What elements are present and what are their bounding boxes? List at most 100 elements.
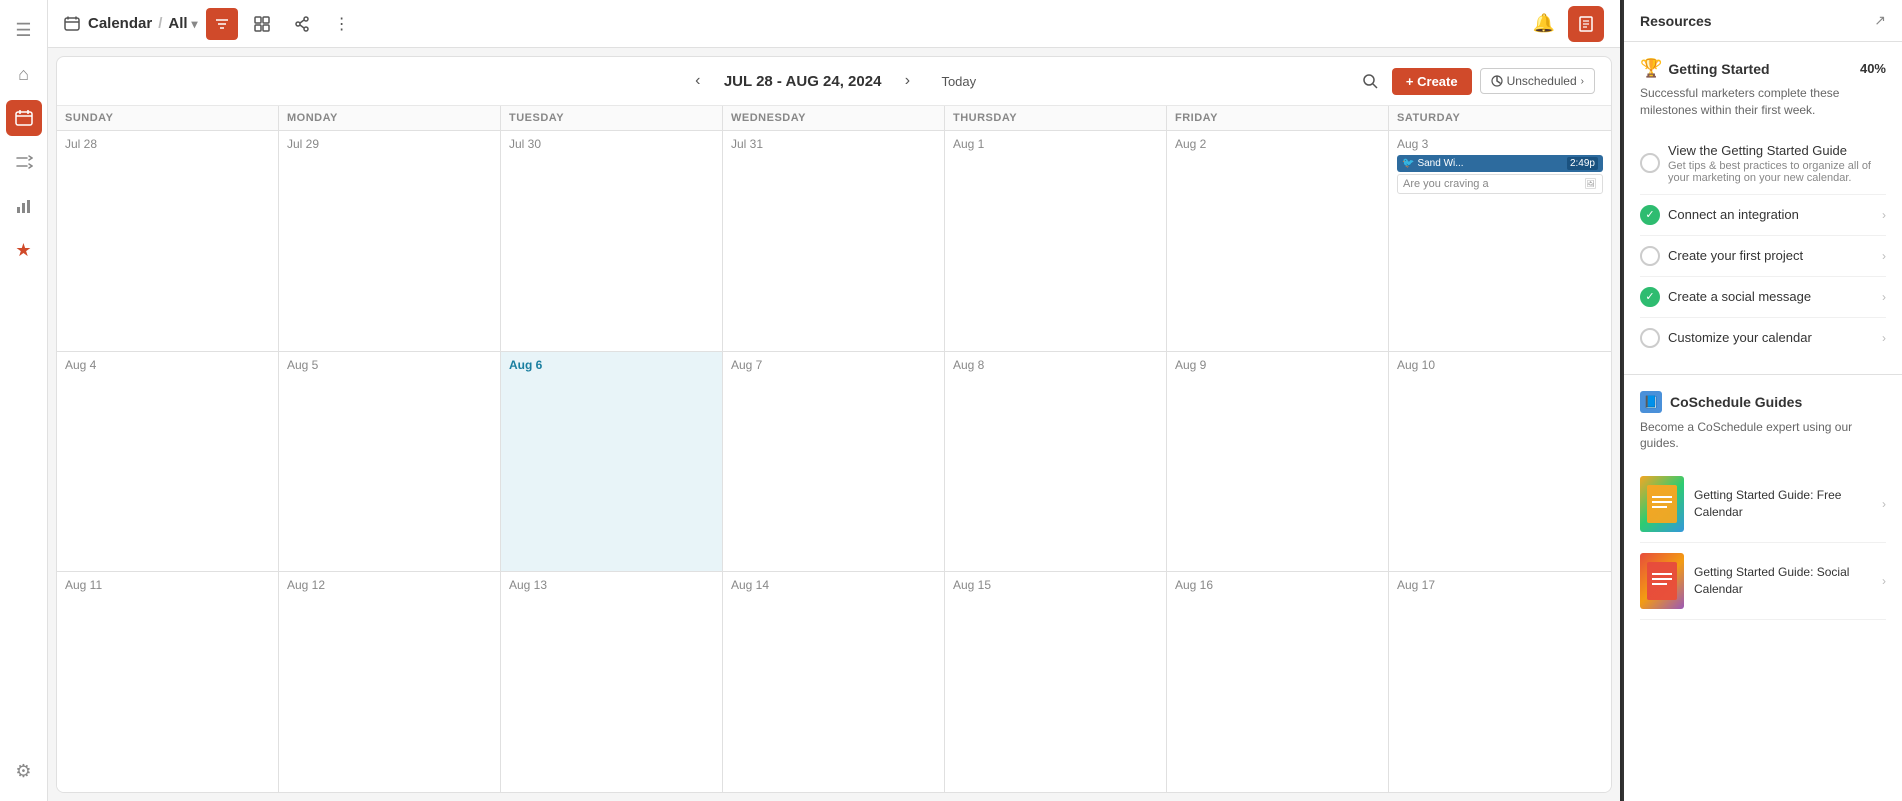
day-header-thursday: THURSDAY (945, 106, 1167, 130)
breadcrumb: Calendar / All ▾ (64, 15, 198, 32)
day-cell-aug2[interactable]: Aug 2 (1167, 131, 1389, 351)
day-cell-aug11[interactable]: Aug 11 (57, 572, 279, 792)
day-header-saturday: SATURDAY (1389, 106, 1611, 130)
share-icon[interactable] (286, 8, 318, 40)
guides-title: CoSchedule Guides (1670, 394, 1802, 410)
milestone-chevron-social: › (1882, 290, 1886, 304)
gs-percent: 40% (1860, 61, 1886, 76)
week-row-2: Aug 4 Aug 5 Aug 6 Aug 7 Aug 8 Aug 9 Aug … (57, 352, 1611, 573)
external-link-icon[interactable]: ↗ (1874, 12, 1886, 29)
notification-bell-icon[interactable]: 🔔 (1528, 8, 1560, 40)
day-cell-aug17[interactable]: Aug 17 (1389, 572, 1611, 792)
day-cell-jul29[interactable]: Jul 29 (279, 131, 501, 351)
image-icon: 🖼 (1584, 179, 1597, 190)
prev-arrow[interactable]: ‹ (684, 67, 712, 95)
home-icon[interactable]: ⌂ (6, 56, 42, 92)
gs-title-row: 🏆 Getting Started (1640, 58, 1770, 79)
guide-book-icon: 📘 (1640, 391, 1662, 413)
grid-view-icon[interactable] (246, 8, 278, 40)
day-header-sunday: SUNDAY (57, 106, 279, 130)
calendar-nav: ‹ JUL 28 - AUG 24, 2024 › Today + Create (57, 57, 1611, 106)
milestone-circle-social: ✓ (1640, 287, 1660, 307)
guide-label-free: Getting Started Guide: Free Calendar (1694, 487, 1872, 521)
milestone-chevron-customize: › (1882, 331, 1886, 345)
guide-item-free-calendar[interactable]: Getting Started Guide: Free Calendar › (1640, 466, 1886, 543)
day-cell-jul31[interactable]: Jul 31 (723, 131, 945, 351)
milestone-label-project: Create your first project (1668, 248, 1803, 263)
today-button[interactable]: Today (933, 70, 984, 93)
day-cell-aug10[interactable]: Aug 10 (1389, 352, 1611, 572)
day-cell-aug14[interactable]: Aug 14 (723, 572, 945, 792)
gs-title: Getting Started (1668, 61, 1769, 77)
guide-chevron-social: › (1882, 574, 1886, 588)
milestone-customize-calendar[interactable]: Customize your calendar › (1640, 318, 1886, 358)
event-label: Sand Wi... (1417, 158, 1463, 169)
day-headers: SUNDAY MONDAY TUESDAY WEDNESDAY THURSDAY… (57, 106, 1611, 131)
milestone-chevron-project: › (1882, 249, 1886, 263)
day-cell-aug16[interactable]: Aug 16 (1167, 572, 1389, 792)
main-content: Calendar / All ▾ (48, 0, 1620, 801)
milestone-circle-project (1640, 246, 1660, 266)
gs-header: 🏆 Getting Started 40% (1640, 58, 1886, 79)
day-cell-aug15[interactable]: Aug 15 (945, 572, 1167, 792)
shuffle-icon[interactable] (6, 144, 42, 180)
day-cell-aug9[interactable]: Aug 9 (1167, 352, 1389, 572)
guide-item-social-calendar[interactable]: Getting Started Guide: Social Calendar › (1640, 543, 1886, 620)
more-options-icon[interactable]: ⋮ (326, 8, 358, 40)
day-cell-aug1[interactable]: Aug 1 (945, 131, 1167, 351)
day-header-friday: FRIDAY (1167, 106, 1389, 130)
menu-icon[interactable]: ☰ (6, 12, 42, 48)
milestone-social-message[interactable]: ✓ Create a social message › (1640, 277, 1886, 318)
trophy-icon: 🏆 (1640, 58, 1662, 79)
guide-chevron-free: › (1882, 497, 1886, 511)
milestone-label-customize: Customize your calendar (1668, 330, 1812, 345)
event-sandwi[interactable]: 🐦 Sand Wi... 2:49p (1397, 155, 1603, 172)
milestone-circle-customize (1640, 328, 1660, 348)
filter-icon[interactable] (206, 8, 238, 40)
day-cell-aug8[interactable]: Aug 8 (945, 352, 1167, 572)
right-panel: Resources ↗ 🏆 Getting Started 40% Succes… (1622, 0, 1902, 801)
milestone-view-guide[interactable]: View the Getting Started Guide Get tips … (1640, 133, 1886, 195)
guides-header: 📘 CoSchedule Guides (1640, 391, 1886, 413)
day-cell-aug4[interactable]: Aug 4 (57, 352, 279, 572)
unscheduled-chevron: › (1581, 76, 1584, 87)
milestone-label-social: Create a social message (1668, 289, 1811, 304)
guide-thumb-social (1640, 553, 1684, 609)
guides-subtitle: Become a CoSchedule expert using our gui… (1640, 419, 1886, 453)
milestone-connect-integration[interactable]: ✓ Connect an integration › (1640, 195, 1886, 236)
book-button[interactable] (1568, 6, 1604, 42)
day-cell-aug6[interactable]: Aug 6 (501, 352, 723, 572)
unscheduled-button[interactable]: Unscheduled › (1480, 68, 1595, 94)
next-arrow[interactable]: › (893, 67, 921, 95)
day-cell-jul30[interactable]: Jul 30 (501, 131, 723, 351)
star-icon[interactable]: ★ (6, 232, 42, 268)
week-row-3: Aug 11 Aug 12 Aug 13 Aug 14 Aug 15 Aug 1… (57, 572, 1611, 792)
chart-icon[interactable] (6, 188, 42, 224)
guide-thumb-free (1640, 476, 1684, 532)
milestone-chevron-connect: › (1882, 208, 1886, 222)
day-cell-aug3[interactable]: Aug 3 🐦 Sand Wi... 2:49p Are you craving… (1389, 131, 1611, 351)
event-time: 2:49p (1567, 157, 1598, 170)
calendar-container: ‹ JUL 28 - AUG 24, 2024 › Today + Create (56, 56, 1612, 793)
day-cell-aug13[interactable]: Aug 13 (501, 572, 723, 792)
day-cell-aug7[interactable]: Aug 7 (723, 352, 945, 572)
milestone-desc-view-guide: Get tips & best practices to organize al… (1668, 160, 1886, 184)
breadcrumb-slash: / (158, 15, 162, 32)
milestone-label-connect: Connect an integration (1668, 207, 1799, 222)
gs-subtitle: Successful marketers complete these mile… (1640, 85, 1886, 119)
date-range[interactable]: JUL 28 - AUG 24, 2024 (724, 73, 882, 90)
settings-icon[interactable]: ⚙ (6, 753, 42, 789)
day-cell-jul28[interactable]: Jul 28 (57, 131, 279, 351)
calendar-icon[interactable] (6, 100, 42, 136)
day-cell-aug12[interactable]: Aug 12 (279, 572, 501, 792)
create-button[interactable]: + Create (1392, 68, 1472, 95)
search-icon[interactable] (1356, 67, 1384, 95)
calendar-grid: SUNDAY MONDAY TUESDAY WEDNESDAY THURSDAY… (57, 106, 1611, 792)
resources-title: Resources (1640, 13, 1712, 29)
milestone-first-project[interactable]: Create your first project › (1640, 236, 1886, 277)
event-social-icon: 🐦 (1402, 158, 1414, 169)
breadcrumb-chevron: ▾ (192, 17, 198, 31)
day-cell-aug5[interactable]: Aug 5 (279, 352, 501, 572)
calendar-label: Calendar (88, 15, 152, 32)
milestone-circle-connect: ✓ (1640, 205, 1660, 225)
